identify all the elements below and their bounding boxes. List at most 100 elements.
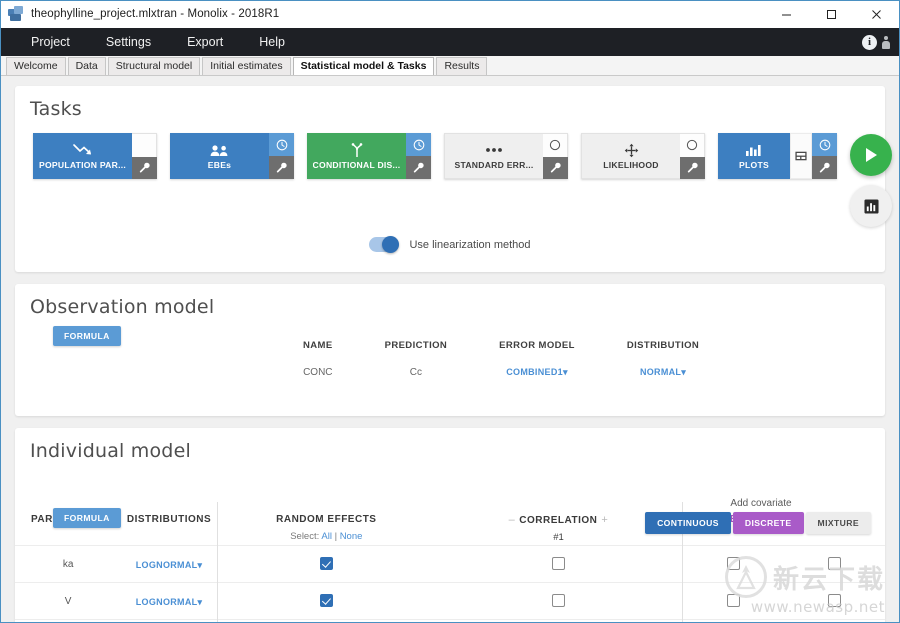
random-effect-cell[interactable] bbox=[216, 545, 435, 583]
linearization-toggle[interactable] bbox=[369, 236, 400, 253]
wrench-icon[interactable] bbox=[132, 156, 157, 179]
correlation-cell[interactable] bbox=[434, 582, 683, 620]
tab-statistical-model-and-tasks[interactable]: Statistical model & Tasks bbox=[292, 57, 435, 75]
run-button[interactable] bbox=[850, 134, 892, 176]
window-title: theophylline_project.mlxtran - Monolix -… bbox=[31, 8, 280, 20]
task-population-parameters-main[interactable]: POPULATION PAR... bbox=[33, 133, 132, 179]
parameter-distribution-cell[interactable]: LOGNORMAL▾ bbox=[121, 582, 218, 620]
add-mixture-covariate-button[interactable]: MIXTURE bbox=[805, 512, 871, 534]
select-all-link[interactable]: All bbox=[321, 531, 332, 542]
tab-data[interactable]: Data bbox=[67, 57, 106, 75]
tab-initial-estimates[interactable]: Initial estimates bbox=[202, 57, 291, 75]
observation-formula-button[interactable]: FORMULA bbox=[53, 326, 121, 346]
tasks-card: Tasks POPULATION PAR... EBEs CONDITIONAL… bbox=[15, 86, 892, 272]
wrench-icon[interactable] bbox=[812, 156, 837, 179]
wrench-icon[interactable] bbox=[406, 156, 431, 179]
results-button[interactable] bbox=[850, 185, 892, 227]
correlation-checkbox[interactable] bbox=[551, 594, 565, 608]
correlation-checkbox[interactable] bbox=[551, 557, 565, 571]
sex-checkbox[interactable] bbox=[726, 557, 740, 571]
clock-icon[interactable] bbox=[269, 133, 294, 156]
clock-icon[interactable] bbox=[406, 133, 431, 156]
tab-results[interactable]: Results bbox=[436, 57, 488, 75]
individual-formula-button[interactable]: FORMULA bbox=[53, 508, 121, 528]
parameter-name: V bbox=[15, 582, 122, 620]
observation-distribution-cell[interactable]: NORMAL▾ bbox=[601, 351, 725, 378]
task-population-parameters[interactable]: POPULATION PAR... bbox=[33, 133, 157, 179]
random-effect-checkbox[interactable] bbox=[319, 557, 333, 571]
task-conditional-distribution-label: CONDITIONAL DIS... bbox=[312, 159, 401, 170]
error-model-dropdown[interactable]: COMBINED1 bbox=[506, 367, 563, 377]
menu-item-settings[interactable]: Settings bbox=[88, 28, 169, 56]
select-none-link[interactable]: None bbox=[340, 531, 363, 542]
task-likelihood-main[interactable]: LIKELIHOOD bbox=[581, 133, 680, 179]
distribution-dropdown[interactable]: NORMAL bbox=[640, 367, 681, 377]
branch-icon bbox=[350, 142, 364, 158]
weight-cell[interactable] bbox=[783, 619, 885, 622]
task-ebes-main[interactable]: EBEs bbox=[170, 133, 269, 179]
task-ebes-side bbox=[269, 133, 294, 179]
task-standard-errors[interactable]: STANDARD ERR... bbox=[444, 133, 568, 179]
individual-model-card: Individual model FORMULA Add covariate C… bbox=[15, 428, 885, 622]
col-random-effects: RANDOM EFFECTS Select: All | None bbox=[216, 502, 435, 546]
wrench-icon[interactable] bbox=[269, 156, 294, 179]
task-conditional-distribution-main[interactable]: CONDITIONAL DIS... bbox=[307, 133, 406, 179]
maximize-button[interactable] bbox=[809, 1, 854, 28]
plots-settings-icon[interactable] bbox=[790, 133, 812, 179]
weight-cell[interactable] bbox=[783, 545, 885, 583]
correlation-cell[interactable] bbox=[434, 545, 683, 583]
circle-icon[interactable] bbox=[543, 133, 568, 157]
observation-error-model-cell[interactable]: COMBINED1▾ bbox=[473, 351, 601, 378]
user-icon[interactable] bbox=[881, 35, 890, 49]
weight-checkbox[interactable] bbox=[827, 594, 841, 608]
observation-model-table: NAME PREDICTION ERROR MODEL DISTRIBUTION… bbox=[277, 324, 725, 378]
random-effect-cell[interactable] bbox=[216, 619, 435, 622]
chevron-down-icon[interactable]: ▾ bbox=[197, 597, 202, 607]
correlation-plus-button[interactable]: + bbox=[597, 514, 612, 526]
sex-cell[interactable] bbox=[682, 545, 784, 583]
parameter-name: Cl bbox=[15, 619, 122, 622]
minimize-button[interactable] bbox=[764, 1, 809, 28]
menu-item-export[interactable]: Export bbox=[169, 28, 241, 56]
parameter-distribution-cell[interactable]: LOGNORMAL▾ bbox=[121, 619, 218, 622]
random-effect-cell[interactable] bbox=[216, 582, 435, 620]
observation-col-name: NAME bbox=[303, 340, 333, 351]
chevron-down-icon[interactable]: ▾ bbox=[681, 367, 686, 377]
add-covariate-box: Add covariate CONTINUOUS DISCRETE MIXTUR… bbox=[645, 498, 871, 534]
parameter-name: ka bbox=[15, 545, 122, 583]
wrench-icon[interactable] bbox=[680, 156, 705, 179]
task-likelihood[interactable]: LIKELIHOOD bbox=[581, 133, 705, 179]
chevron-down-icon[interactable]: ▾ bbox=[197, 560, 202, 570]
parameter-distribution-cell[interactable]: LOGNORMAL▾ bbox=[121, 545, 218, 583]
distribution-dropdown[interactable]: LOGNORMAL bbox=[136, 597, 198, 607]
add-continuous-covariate-button[interactable]: CONTINUOUS bbox=[645, 512, 731, 534]
random-effect-checkbox[interactable] bbox=[319, 594, 333, 608]
sex-cell[interactable] bbox=[682, 582, 784, 620]
sex-cell[interactable] bbox=[682, 619, 784, 622]
chevron-down-icon[interactable]: ▾ bbox=[563, 367, 568, 377]
weight-checkbox[interactable] bbox=[827, 557, 841, 571]
circle-icon[interactable] bbox=[680, 133, 705, 157]
tab-structural-model[interactable]: Structural model bbox=[107, 57, 201, 75]
task-ebes[interactable]: EBEs bbox=[170, 133, 294, 179]
task-plots-main[interactable]: PLOTS bbox=[718, 133, 790, 179]
wrench-icon[interactable] bbox=[543, 156, 568, 179]
weight-cell[interactable] bbox=[783, 582, 885, 620]
sex-checkbox[interactable] bbox=[726, 594, 740, 608]
task-standard-errors-main[interactable]: STANDARD ERR... bbox=[444, 133, 543, 179]
info-icon[interactable]: i bbox=[862, 34, 877, 50]
correlation-minus-button[interactable]: – bbox=[505, 514, 520, 526]
clock-icon[interactable] bbox=[812, 133, 837, 156]
menu-item-help[interactable]: Help bbox=[241, 28, 303, 56]
observation-col-distribution: DISTRIBUTION bbox=[626, 340, 700, 351]
task-conditional-distribution[interactable]: CONDITIONAL DIS... bbox=[307, 133, 431, 179]
add-discrete-covariate-button[interactable]: DISCRETE bbox=[732, 512, 804, 534]
observation-model-card: Observation model FORMULA NAME PREDICTIO… bbox=[15, 284, 885, 416]
correlation-cell[interactable] bbox=[434, 619, 683, 622]
menu-item-project[interactable]: Project bbox=[13, 28, 88, 56]
distribution-dropdown[interactable]: LOGNORMAL bbox=[136, 560, 198, 570]
task-plots[interactable]: PLOTS bbox=[718, 133, 837, 179]
tab-welcome[interactable]: Welcome bbox=[6, 57, 66, 75]
task-standard-errors-label: STANDARD ERR... bbox=[454, 159, 534, 170]
close-button[interactable] bbox=[854, 1, 899, 28]
